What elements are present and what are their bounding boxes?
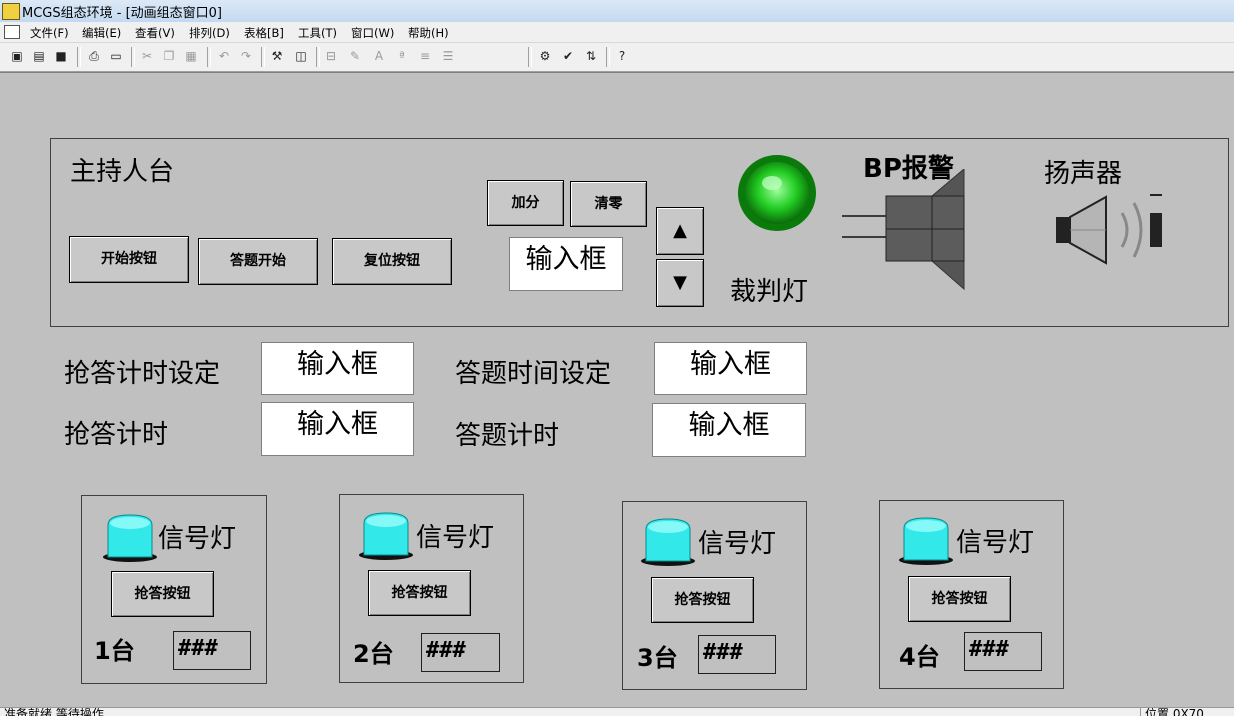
rush-timer-setting-input[interactable]: 输入框: [261, 342, 414, 395]
fill-icon[interactable]: ☰: [439, 47, 457, 65]
tools-icon[interactable]: ⚒: [268, 47, 286, 65]
station-2-name: 2台: [353, 640, 394, 668]
redo-icon[interactable]: ↷: [237, 47, 255, 65]
answer-time-setting-label: 答题时间设定: [455, 359, 612, 389]
speaker-icon: [1056, 194, 1162, 265]
bp-alarm-horn-icon: [842, 169, 965, 291]
text-icon[interactable]: A: [370, 47, 388, 65]
judge-light: [738, 155, 816, 231]
station-4-name: 4台: [899, 643, 940, 671]
answer-timer-label: 答题计时: [455, 421, 560, 451]
menu-tools[interactable]: 工具(T): [298, 25, 337, 41]
reset-button[interactable]: 复位按钮: [332, 238, 452, 285]
save-icon[interactable]: ■: [52, 47, 70, 65]
answer-timer-display: 输入框: [652, 403, 806, 457]
open-icon[interactable]: ▤: [30, 47, 48, 65]
app-icon: [2, 3, 20, 20]
station-3-name: 3台: [637, 644, 678, 672]
title-bar: MCGS组态环境 - [动画组态窗口0]: [0, 0, 1234, 22]
signal-light-3-label: 信号灯: [698, 529, 777, 559]
answer-time-setting-input[interactable]: 输入框: [654, 342, 807, 395]
print-icon[interactable]: ⎙: [85, 47, 103, 65]
rush-timer-display: 输入框: [261, 402, 414, 456]
signal-light-1-icon: [103, 514, 157, 562]
signal-light-2-icon: [359, 512, 413, 560]
list-icon[interactable]: ⇅: [582, 47, 600, 65]
add-score-button[interactable]: 加分: [487, 180, 564, 226]
menu-bar: 文件(F) 编辑(E) 查看(V) 排列(D) 表格[B] 工具(T) 窗口(W…: [0, 22, 1234, 43]
speaker-label: 扬声器: [1044, 159, 1123, 189]
menu-help[interactable]: 帮助(H): [408, 25, 449, 41]
menu-window[interactable]: 窗口(W): [351, 25, 394, 41]
menu-view[interactable]: 查看(V): [135, 25, 175, 41]
menu-edit[interactable]: 编辑(E): [82, 25, 121, 41]
new-window-icon[interactable]: ▣: [8, 47, 26, 65]
station-1-score: ###: [173, 631, 251, 670]
window-title: MCGS组态环境 - [动画组态窗口0]: [22, 6, 222, 21]
rush-button-3[interactable]: 抢答按钮: [651, 577, 754, 623]
judge-light-label: 裁判灯: [730, 277, 809, 307]
up-arrow-button[interactable]: ▲: [656, 207, 704, 255]
menu-arrange[interactable]: 排列(D): [189, 25, 230, 41]
station-4-score: ###: [964, 632, 1042, 671]
signal-light-4-label: 信号灯: [956, 528, 1035, 558]
station-2-score: ###: [421, 633, 500, 672]
frame-icon[interactable]: ◫: [292, 47, 310, 65]
clear-button[interactable]: 清零: [570, 181, 647, 227]
station-1-name: 1台: [94, 637, 135, 665]
signal-light-4-icon: [899, 517, 953, 565]
check-icon[interactable]: ✔: [559, 47, 577, 65]
rush-timer-label: 抢答计时: [64, 420, 169, 450]
station-3-score: ###: [698, 635, 776, 674]
start-button[interactable]: 开始按钮: [69, 236, 189, 283]
properties-icon[interactable]: ⚙: [536, 47, 554, 65]
signal-light-1-label: 信号灯: [158, 524, 237, 554]
rush-timer-setting-label: 抢答计时设定: [64, 359, 221, 389]
signal-light-3-icon: [641, 518, 695, 566]
paste-icon[interactable]: ▦: [182, 47, 200, 65]
cut-icon[interactable]: ✂: [138, 47, 156, 65]
rush-button-1[interactable]: 抢答按钮: [111, 571, 214, 617]
undo-icon[interactable]: ↶: [215, 47, 233, 65]
rush-button-2[interactable]: 抢答按钮: [368, 570, 471, 616]
toolbar: ▣ ▤ ■ ⎙ ▭ ✂ ❐ ▦ ↶ ↷ ⚒ ◫ ⊟ ✎ A ª ≡ ☰ ⚙ ✔ …: [0, 43, 1234, 72]
copy-icon[interactable]: ❐: [160, 47, 178, 65]
down-arrow-button[interactable]: ▼: [656, 259, 704, 307]
lines-icon[interactable]: ≡: [416, 47, 434, 65]
font-icon[interactable]: ª: [393, 47, 411, 65]
align-icon[interactable]: ⊟: [322, 47, 340, 65]
answer-start-button[interactable]: 答题开始: [198, 238, 318, 285]
system-menu-icon[interactable]: [4, 25, 20, 39]
help-icon[interactable]: ?: [613, 47, 631, 65]
menu-table[interactable]: 表格[B]: [244, 25, 284, 41]
print-preview-icon[interactable]: ▭: [107, 47, 125, 65]
host-panel-title: 主持人台: [70, 157, 175, 187]
signal-light-2-label: 信号灯: [416, 523, 495, 553]
edit-icon[interactable]: ✎: [346, 47, 364, 65]
menu-file[interactable]: 文件(F): [30, 25, 69, 41]
rush-button-4[interactable]: 抢答按钮: [908, 576, 1011, 622]
design-canvas: 主持人台 开始按钮 答题开始 复位按钮 加分 清零 输入框 ▲ ▼ 裁判灯 BP…: [0, 72, 1234, 708]
score-input[interactable]: 输入框: [509, 237, 623, 291]
